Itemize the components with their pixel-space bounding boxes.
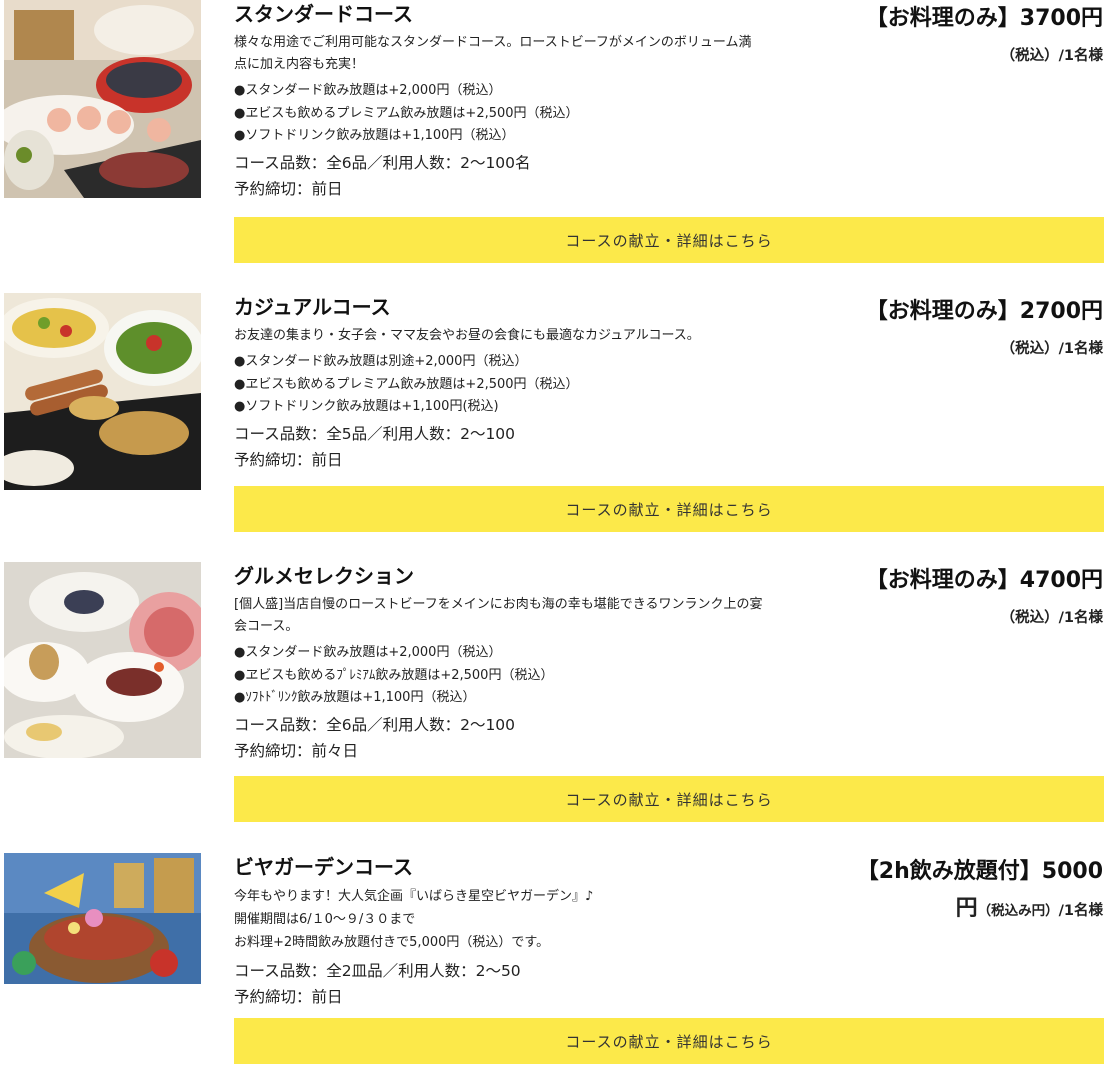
drink-option: ●ソフトドリンク飲み放題は+1,100円(税込) (234, 399, 499, 414)
price-tax-note: （税込み円） (977, 903, 1059, 919)
course-price: 【お料理のみ】4700円 （税込）/1名様 (866, 562, 1103, 630)
course-detail-button[interactable]: コースの献立・詳細はこちら (234, 217, 1104, 263)
course-title: ビヤガーデンコース (234, 855, 413, 879)
price-yen: 円 (955, 896, 978, 921)
reservation-deadline: 予約締切：前々日 (234, 741, 359, 760)
course-detail-button[interactable]: コースの献立・詳細はこちら (234, 486, 1104, 532)
description-line: [個人盛]当店自慢のローストビーフをメインにお肉も海の幸も堪能できるワンランク上… (234, 597, 763, 612)
price-main: 【お料理のみ】3700円 (865, 6, 1103, 31)
description-line: お料理+2時間飲み放題付きで5,000円（税込）です。 (234, 935, 550, 950)
price-main: 【お料理のみ】4700円 (865, 568, 1103, 593)
course-detail-button[interactable]: コースの献立・詳細はこちら (234, 1018, 1104, 1064)
course-description: お友達の集まり・女子会・ママ友会やお昼の会食にも最適なカジュアルコース。 (234, 325, 814, 347)
course-title: スタンダードコース (234, 2, 413, 26)
course-info: グルメセレクション [個人盛]当店自慢のローストビーフをメインにお肉も海の幸も堪… (234, 562, 814, 764)
description-line: お友達の集まり・女子会・ママ友会やお昼の会食にも最適なカジュアルコース。 (234, 328, 700, 343)
course-price: 【お料理のみ】3700円 （税込）/1名様 (866, 0, 1103, 68)
course-title: グルメセレクション (234, 564, 414, 588)
course-photo-beer-garden (4, 853, 201, 984)
course-photo-standard (4, 0, 201, 198)
price-main: 【お料理のみ】2700円 (865, 299, 1103, 324)
reservation-deadline: 予約締切：前日 (234, 179, 343, 198)
course-description: 今年もやります！大人気企画『いばらき星空ビヤガーデン』♪ 開催期間は6/１0〜９… (234, 885, 814, 954)
course-price: 【2h飲み放題付】5000 円（税込み円）/1名様 (857, 853, 1103, 923)
price-sub: （税込）/1名様 (1000, 610, 1103, 626)
price-main: 【2h飲み放題付】5000 (856, 859, 1103, 884)
drink-option: ●ヱビスも飲めるﾌﾟﾚﾐｱﾑ飲み放題は+2,500円（税込） (234, 667, 554, 683)
course-info: ビヤガーデンコース 今年もやります！大人気企画『いばらき星空ビヤガーデン』♪ 開… (234, 853, 814, 1010)
description-line: 点に加え内容も充実！ (234, 57, 365, 72)
course-photo-gourmet (4, 562, 201, 758)
course-info: カジュアルコース お友達の集まり・女子会・ママ友会やお昼の会食にも最適なカジュア… (234, 293, 814, 473)
price-sub: 円（税込み円）/1名様 (857, 897, 1103, 923)
description-line: 会コース。 (234, 619, 299, 634)
drink-option: ●スタンダード飲み放題は+2,000円（税込） (234, 645, 502, 660)
course-description: [個人盛]当店自慢のローストビーフをメインにお肉も海の幸も堪能できるワンランク上… (234, 594, 814, 638)
drink-options: ●スタンダード飲み放題は別途+2,000円（税込） ●ヱビスも飲めるプレミアム飲… (234, 351, 814, 419)
drink-option: ●ヱビスも飲めるプレミアム飲み放題は+2,500円（税込） (234, 376, 579, 392)
course-title: カジュアルコース (234, 295, 391, 319)
course-count: コース品数：全2皿品／利用人数：2〜50 (234, 962, 521, 980)
course-description: 様々な用途でご利用可能なスタンダードコース。ローストビーフがメインのボリューム満… (234, 32, 814, 76)
price-sub: （税込）/1名様 (1000, 341, 1103, 357)
course-count: コース品数：全6品／利用人数：2〜100 (234, 715, 516, 734)
drink-option: ●スタンダード飲み放題は別途+2,000円（税込） (234, 354, 528, 369)
course-info: スタンダードコース 様々な用途でご利用可能なスタンダードコース。ローストビーフが… (234, 0, 814, 202)
drink-option: ●ヱビスも飲めるプレミアム飲み放題は+2,500円（税込） (234, 105, 579, 121)
course-count: コース品数：全5品／利用人数：2〜100 (234, 424, 516, 443)
course-count: コース品数：全6品／利用人数：2〜100名 (234, 153, 531, 172)
course-price: 【お料理のみ】2700円 （税込）/1名様 (866, 293, 1103, 361)
price-sub: （税込）/1名様 (1000, 48, 1103, 64)
drink-options: ●スタンダード飲み放題は+2,000円（税込） ●ヱビスも飲めるﾌﾟﾚﾐｱﾑ飲み… (234, 642, 814, 710)
course-photo-casual (4, 293, 201, 490)
reservation-deadline: 予約締切：前日 (234, 988, 343, 1006)
price-per-person: /1名様 (1058, 903, 1103, 919)
reservation-deadline: 予約締切：前日 (234, 450, 343, 469)
drink-option: ●ｿﾌﾄﾄﾞﾘﾝｸ飲み放題は+1,100円（税込） (234, 690, 476, 705)
description-line: 今年もやります！大人気企画『いばらき星空ビヤガーデン』♪ (234, 889, 594, 904)
drink-options: ●スタンダード飲み放題は+2,000円（税込） ●ヱビスも飲めるプレミアム飲み放… (234, 80, 814, 148)
drink-option: ●ソフトドリンク飲み放題は+1,100円（税込） (234, 128, 515, 143)
description-line: 開催期間は6/１0〜９/３０まで (234, 912, 416, 927)
drink-option: ●スタンダード飲み放題は+2,000円（税込） (234, 83, 502, 98)
description-line: 様々な用途でご利用可能なスタンダードコース。ローストビーフがメインのボリューム満 (234, 35, 752, 50)
course-detail-button[interactable]: コースの献立・詳細はこちら (234, 776, 1104, 822)
